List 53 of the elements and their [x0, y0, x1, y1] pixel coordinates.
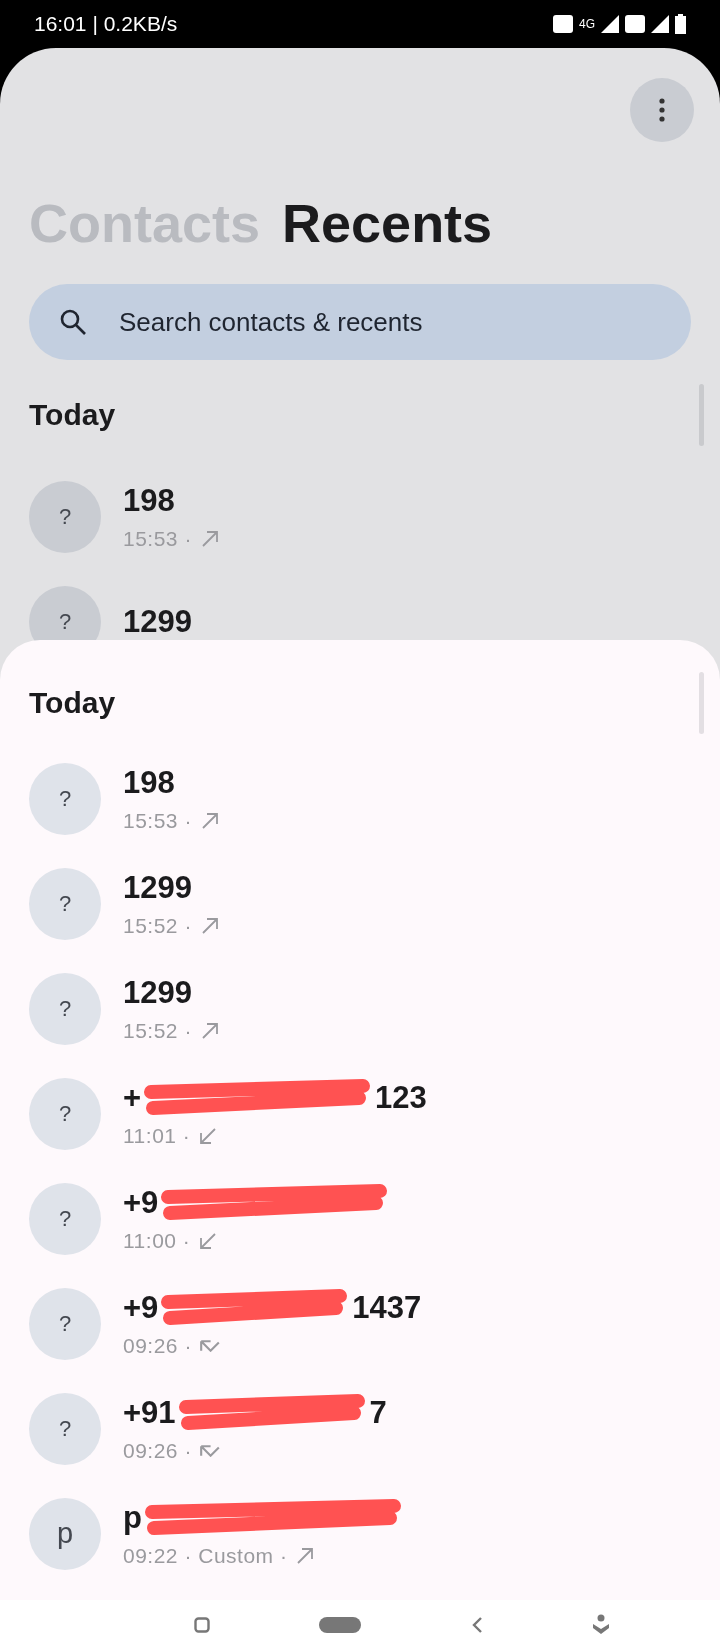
- caller-number: p: [123, 1499, 142, 1536]
- contact-avatar: ?: [29, 762, 101, 835]
- contact-avatar: ?: [29, 1287, 101, 1360]
- call-time: 15:52 ·: [123, 913, 192, 938]
- contact-avatar: p: [29, 1497, 101, 1570]
- contact-avatar: ?: [29, 1182, 101, 1255]
- call-time: 15:53 ·: [123, 808, 192, 833]
- signal-icon: [651, 15, 669, 33]
- caller-number: 1299: [123, 974, 192, 1011]
- more-icon: [659, 98, 665, 122]
- page-tab[interactable]: Recents: [282, 192, 493, 254]
- caller-number: +91: [123, 1394, 176, 1431]
- contact-avatar: ?: [29, 1392, 101, 1465]
- battery-icon: [675, 14, 686, 34]
- contact-avatar: ?: [29, 480, 101, 553]
- home-nav-button[interactable]: [319, 1617, 362, 1633]
- back-nav-button[interactable]: [470, 1616, 483, 1634]
- incoming-call-icon: [198, 1230, 219, 1251]
- contact-avatar: ?: [29, 972, 101, 1045]
- caller-number: 123: [375, 1079, 427, 1116]
- volte-icon: [625, 15, 645, 33]
- missed-call-icon: [199, 1339, 220, 1352]
- call-time: 09:26 ·: [123, 1438, 192, 1463]
- contact-avatar: ?: [29, 1077, 101, 1150]
- recents-nav-button[interactable]: [194, 1617, 210, 1633]
- missed-call-icon: [199, 1444, 220, 1457]
- call-time: 09:22 · Custom ·: [123, 1543, 288, 1568]
- search-field[interactable]: Search contacts & recents: [29, 284, 691, 360]
- network-type: 4G: [579, 17, 595, 31]
- section-heading: Today: [29, 398, 116, 432]
- search-icon: [59, 308, 87, 336]
- call-time: 15:53 ·: [123, 526, 192, 551]
- caller-number: 198: [123, 482, 175, 519]
- caller-number: 1299: [123, 869, 192, 906]
- caller-number: +9: [123, 1289, 159, 1326]
- signal-icon: [601, 15, 619, 33]
- status-time: 16:01 | 0.2KB/s: [34, 12, 178, 36]
- section-heading: Today: [29, 686, 116, 720]
- caller-number: 1437: [352, 1289, 422, 1326]
- call-time: 09:26 ·: [123, 1333, 192, 1358]
- call-time: 11:00 ·: [123, 1228, 191, 1253]
- volte-icon: [553, 15, 573, 33]
- incoming-call-icon: [198, 1125, 219, 1146]
- call-time: 11:01 ·: [123, 1123, 191, 1148]
- caller-number: 1299: [123, 603, 192, 640]
- contact-avatar: ?: [29, 867, 101, 940]
- caller-number: +: [123, 1079, 142, 1116]
- outgoing-call-icon: [295, 1545, 316, 1566]
- caller-number: +9: [123, 1184, 159, 1221]
- accessibility-nav-button[interactable]: [592, 1614, 610, 1636]
- call-time: 15:52 ·: [123, 1018, 192, 1043]
- caller-number: 198: [123, 764, 175, 801]
- caller-number: 7: [369, 1394, 387, 1431]
